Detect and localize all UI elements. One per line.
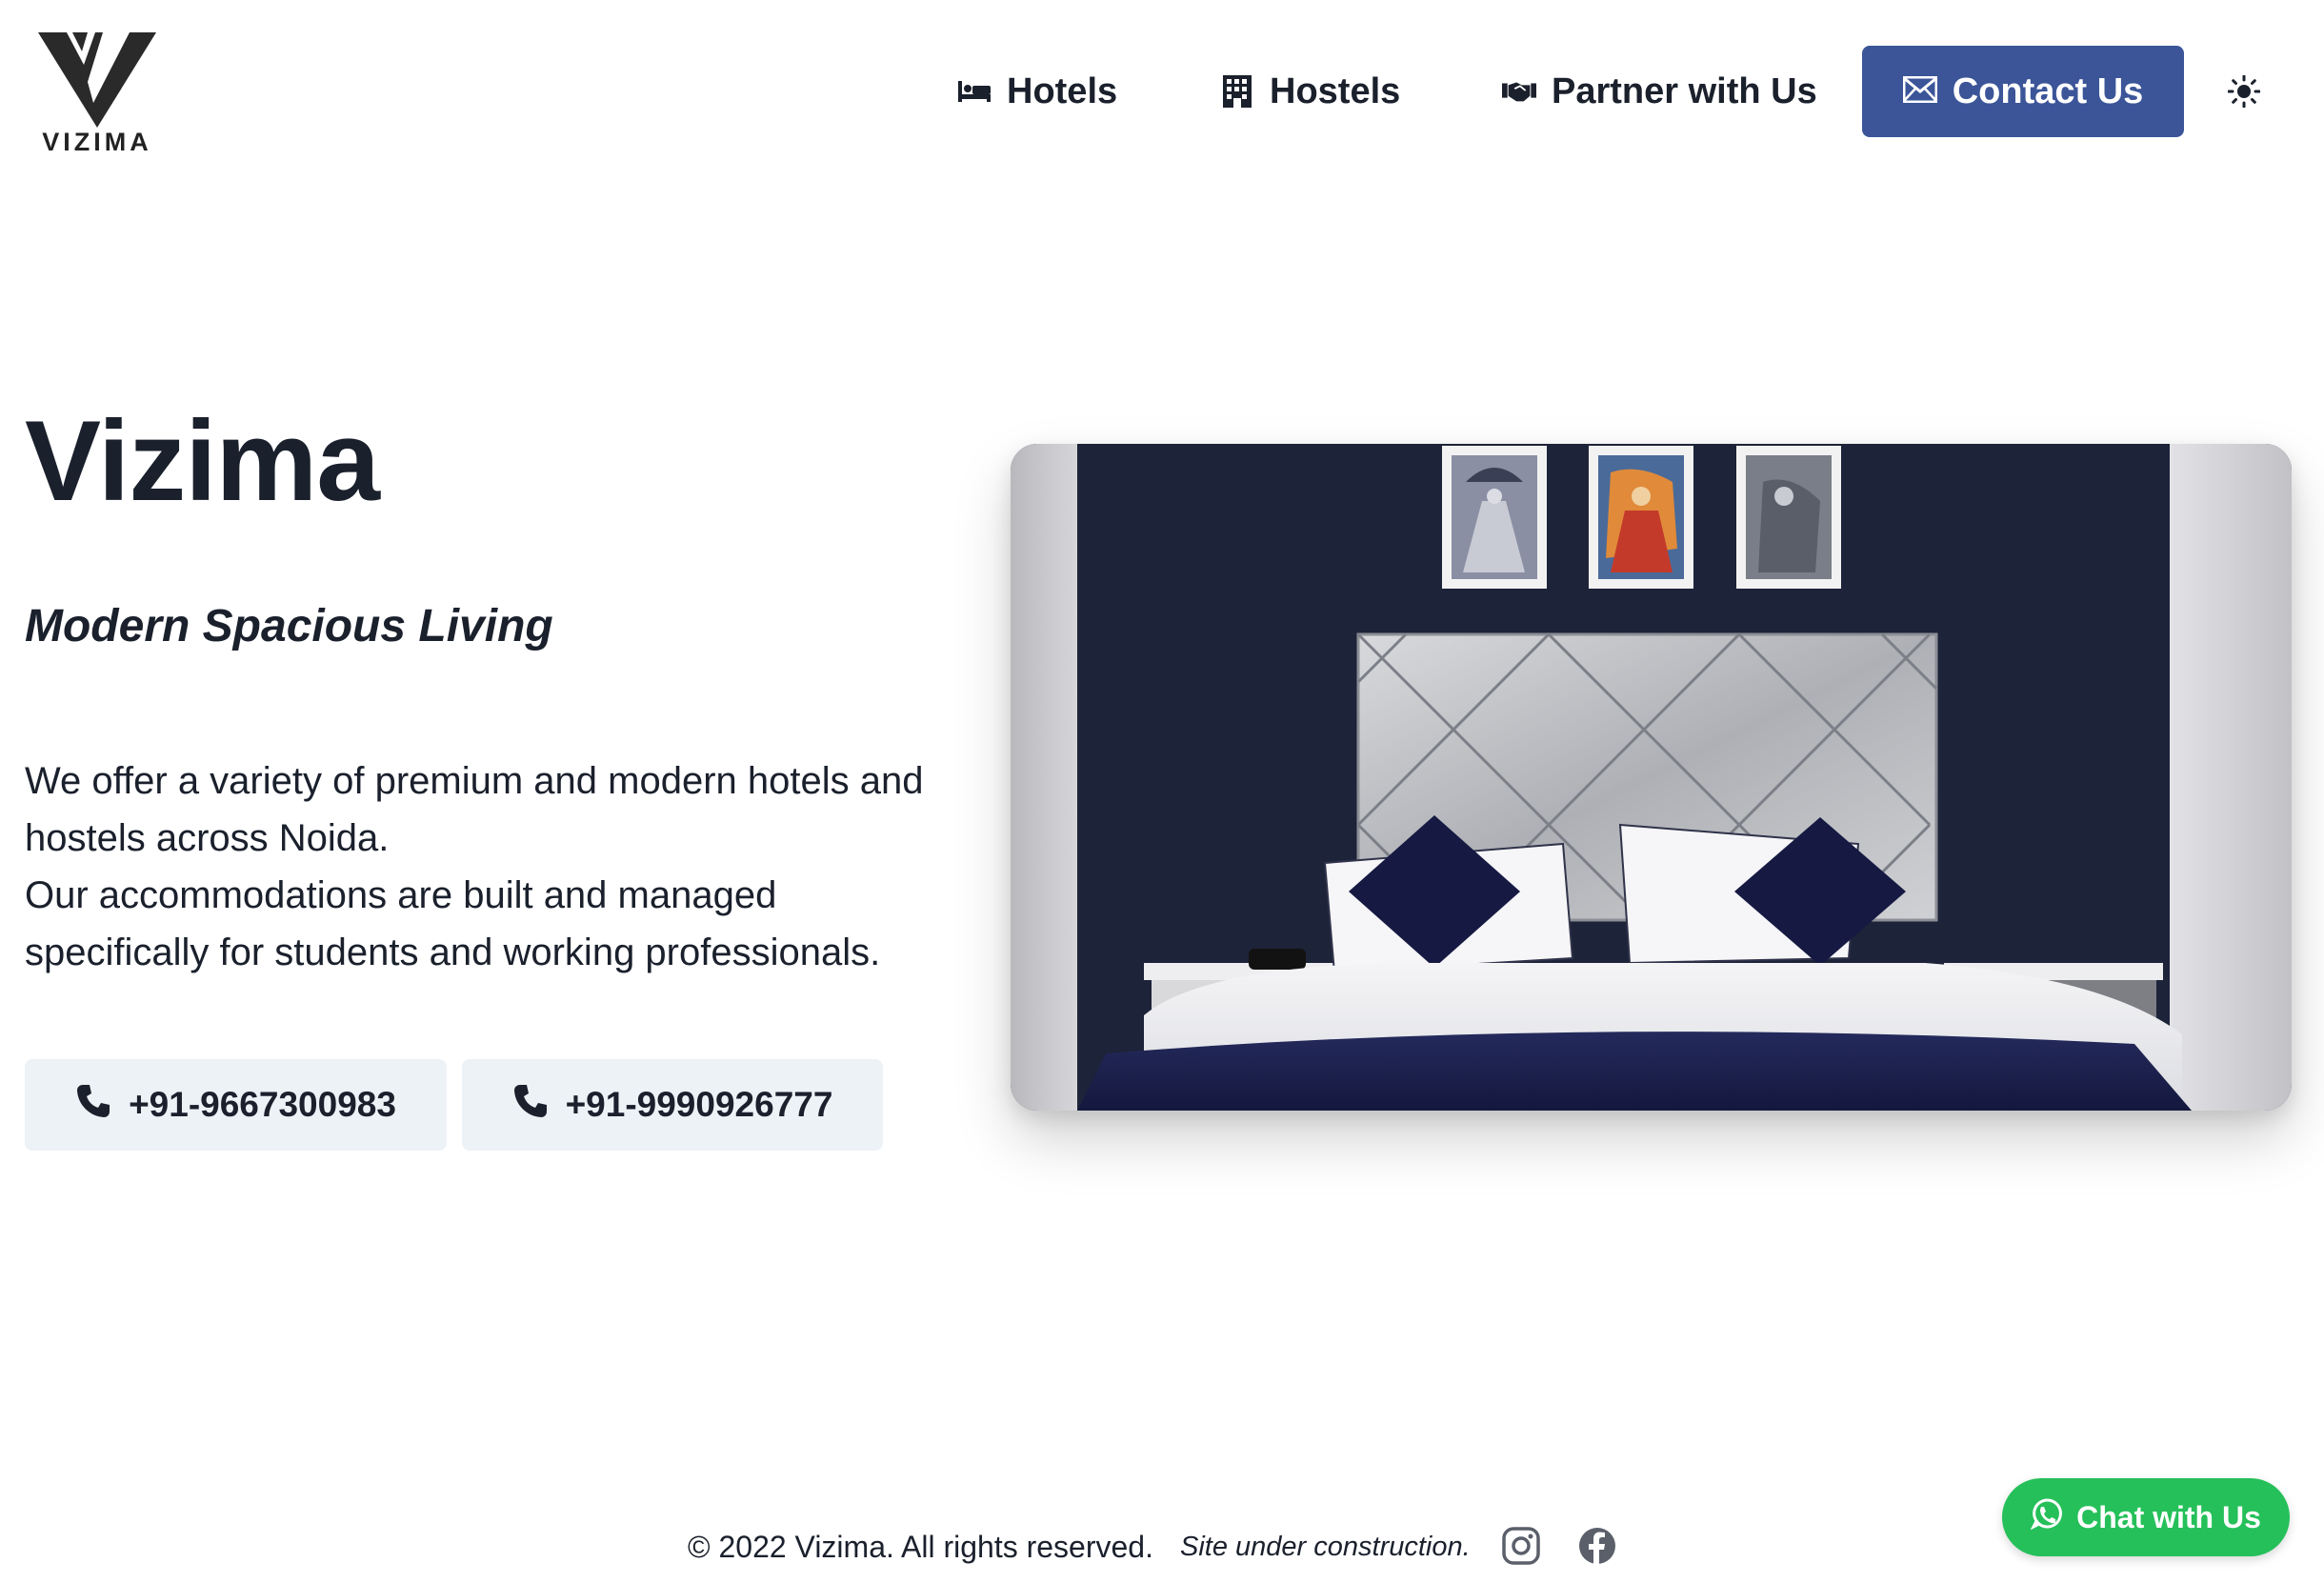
hero-title-text: Vizima xyxy=(25,397,380,525)
phone-number-2: +91-9990926777 xyxy=(565,1085,833,1124)
instagram-link[interactable] xyxy=(1501,1526,1541,1566)
phone-icon xyxy=(512,1083,549,1128)
chat-with-us-label: Chat with Us xyxy=(2076,1499,2261,1534)
hero-room-photo xyxy=(1011,444,2292,1111)
sun-icon xyxy=(2228,75,2260,108)
phone-icon xyxy=(75,1083,111,1128)
vizima-logo[interactable]: VIZIMA xyxy=(34,29,160,156)
nav-partner-label: Partner with Us xyxy=(1552,70,1817,111)
facebook-icon xyxy=(1579,1528,1615,1564)
hero-description-line2: Our accommodations are built and managed… xyxy=(25,874,881,973)
copyright-text: © 2022 Vizima. All rights reserved. xyxy=(688,1530,1153,1564)
nav-hotels[interactable]: Hotels xyxy=(957,46,1117,137)
contact-us-label: Contact Us xyxy=(1952,70,2144,111)
theme-toggle-button[interactable] xyxy=(2225,72,2263,110)
whatsapp-icon xyxy=(2030,1497,2063,1537)
bed-icon xyxy=(957,74,992,109)
logo-mark-icon xyxy=(38,32,156,128)
contact-us-button[interactable]: Contact Us xyxy=(1862,46,2184,137)
hero-description: We offer a variety of premium and modern… xyxy=(25,752,939,981)
nav-partner[interactable]: Partner with Us xyxy=(1502,46,1817,137)
facebook-link[interactable] xyxy=(1577,1526,1617,1566)
hero-description-line1: We offer a variety of premium and modern… xyxy=(25,760,924,859)
nav-hostels-label: Hostels xyxy=(1270,70,1401,111)
hero-title: Vizima xyxy=(25,397,381,525)
hero-subtitle: Modern Spacious Living xyxy=(25,601,553,651)
construction-notice: Site under construction. xyxy=(1180,1532,1471,1562)
chat-with-us-button[interactable]: Chat with Us xyxy=(2002,1478,2290,1556)
building-icon xyxy=(1220,74,1254,109)
phone-number-1: +91-9667300983 xyxy=(129,1085,396,1124)
footer: © 2022 Vizima. All rights reserved. Site… xyxy=(0,1520,2324,1577)
nav-hostels[interactable]: Hostels xyxy=(1220,46,1400,137)
phone-button-1[interactable]: +91-9667300983 xyxy=(25,1059,447,1151)
envelope-icon xyxy=(1902,71,1938,112)
nav-hotels-label: Hotels xyxy=(1007,70,1118,111)
handshake-icon xyxy=(1502,74,1536,109)
phone-button-2[interactable]: +91-9990926777 xyxy=(462,1059,883,1151)
logo-text: VIZIMA xyxy=(42,128,152,156)
instagram-icon xyxy=(1502,1527,1540,1565)
